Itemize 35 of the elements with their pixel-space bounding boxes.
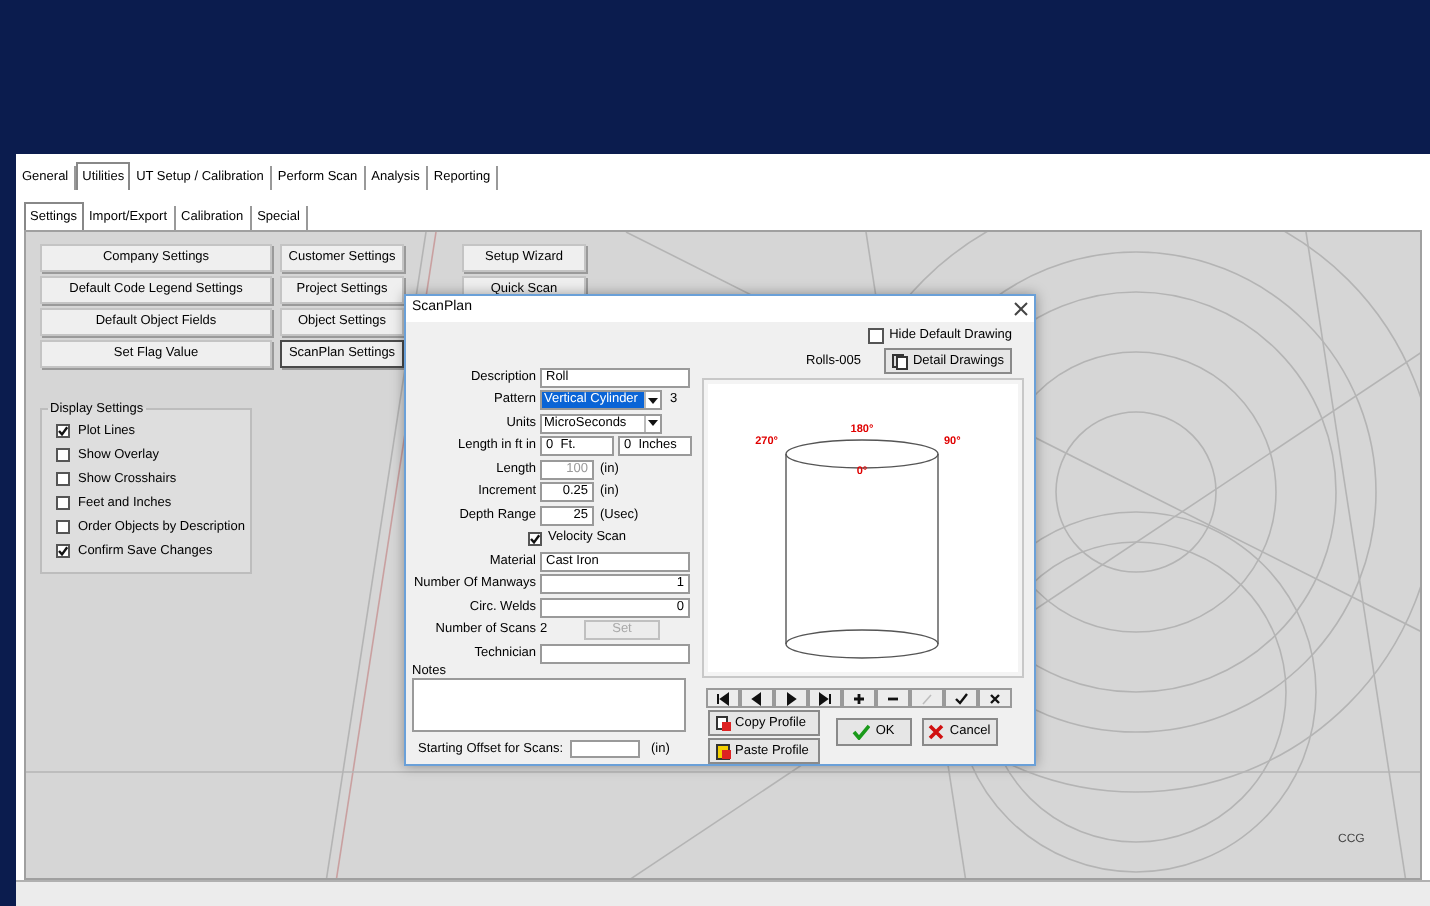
navigator-button[interactable] (977, 688, 1012, 708)
cancel-icon (927, 724, 944, 740)
copy-icon (715, 715, 732, 731)
caret-icon (648, 397, 658, 403)
close-icon[interactable] (1014, 302, 1028, 317)
navigator-button[interactable] (773, 688, 808, 708)
offset-field[interactable] (569, 740, 639, 759)
drawings-icon (892, 353, 909, 369)
caret-icon (648, 420, 658, 426)
notes-field[interactable] (412, 677, 686, 732)
navigator-button[interactable] (739, 688, 774, 708)
checkbox[interactable] (56, 448, 70, 463)
checkbox[interactable] (56, 544, 70, 559)
checkbox[interactable] (56, 424, 70, 439)
plus-icon (851, 691, 866, 705)
previous-icon (749, 691, 764, 705)
first-record-icon (715, 691, 730, 705)
checkbox[interactable] (528, 531, 542, 545)
navigator-button[interactable] (705, 688, 740, 708)
checkbox[interactable] (867, 328, 884, 345)
next-icon (783, 691, 798, 705)
checkmark-icon (851, 724, 870, 740)
navigator-button[interactable] (943, 688, 978, 708)
close-icon (987, 691, 1002, 705)
navigator-button[interactable] (841, 688, 876, 708)
navigator-button[interactable] (807, 688, 842, 708)
edit-icon (919, 691, 934, 705)
paste-icon (715, 743, 732, 759)
checkmark-icon (953, 691, 968, 705)
text-field[interactable] (540, 643, 690, 663)
checkbox[interactable] (56, 496, 70, 511)
navigator-button[interactable] (875, 688, 910, 708)
last-record-icon (817, 691, 832, 705)
checkbox[interactable] (56, 472, 70, 487)
checkbox[interactable] (56, 520, 70, 535)
